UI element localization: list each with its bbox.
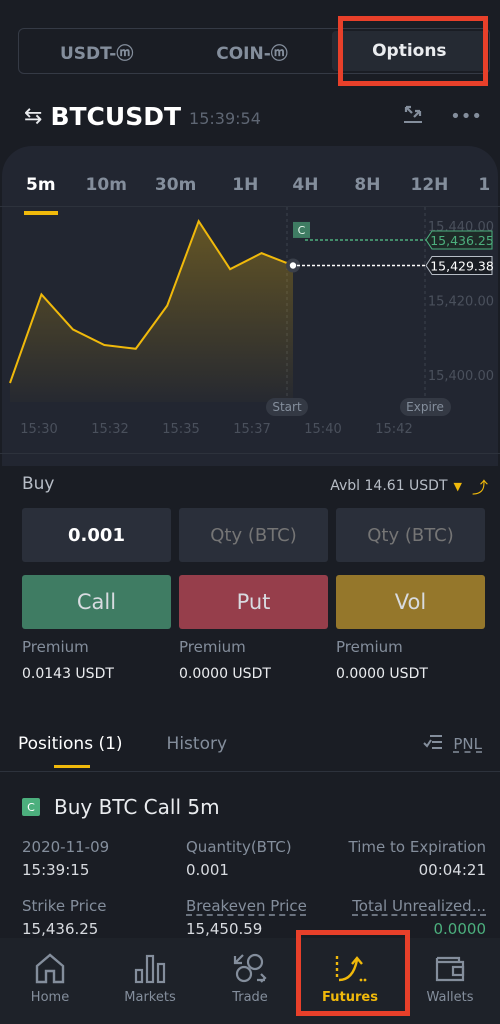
pnl-label: PNL: [453, 735, 482, 753]
interval-4h[interactable]: 4H: [292, 175, 318, 207]
price-area: [10, 221, 293, 402]
nav-markets-label: Markets: [124, 990, 176, 1005]
symbol-time: 15:39:54: [189, 108, 261, 128]
x-tick-label: 15:40: [304, 422, 341, 437]
call-button[interactable]: Call: [22, 575, 171, 629]
tab-usdt-m[interactable]: USDT-ⓜ: [19, 29, 174, 73]
x-tick-label: 15:30: [20, 422, 57, 437]
pnl-toggle[interactable]: PNL: [423, 734, 482, 754]
checklist-icon: [423, 734, 443, 754]
strike-label: Strike Price: [22, 897, 107, 915]
tte-label: Time to Expiration: [348, 838, 486, 856]
interval-12h[interactable]: 12H: [410, 175, 448, 207]
premium-value: 0.0143 USDT: [22, 666, 114, 682]
premium-put: Premium 0.0000 USDT: [179, 638, 328, 682]
tte-value: 00:04:21: [418, 861, 486, 879]
interval-5m[interactable]: 5m: [24, 175, 58, 215]
x-tick-label: 15:42: [375, 422, 412, 437]
markets-icon: [134, 954, 166, 984]
premium-vol: Premium 0.0000 USDT: [336, 638, 485, 682]
nav-trade-label: Trade: [232, 990, 268, 1005]
tab-history[interactable]: History: [167, 734, 227, 754]
vol-button[interactable]: Vol: [336, 575, 485, 629]
premium-call: Premium 0.0143 USDT: [22, 638, 171, 682]
contract-type-tabs: USDT-ⓜ COIN-ⓜ Options: [18, 28, 490, 74]
position-time: 15:39:15: [22, 861, 90, 879]
qty-input-put[interactable]: [179, 508, 328, 562]
nav-markets[interactable]: Markets: [100, 938, 200, 1024]
premium-value: 0.0000 USDT: [336, 666, 428, 682]
tab-coin-m[interactable]: COIN-ⓜ: [174, 29, 329, 73]
strike-marker-label: C: [298, 224, 306, 237]
position-title[interactable]: Buy BTC Call 5m: [54, 795, 220, 819]
start-label-group: Start: [266, 398, 308, 416]
x-tick-label: 15:37: [233, 422, 270, 437]
unrealized-label[interactable]: Total Unrealized...: [352, 897, 486, 915]
y-tick-label: 15,420.00: [428, 294, 494, 309]
nav-wallets-label: Wallets: [426, 990, 474, 1005]
put-button[interactable]: Put: [179, 575, 328, 629]
transfer-icon[interactable]: [402, 103, 424, 130]
symbol-header: ⇆ BTCUSDT 15:39:54 •••: [24, 98, 482, 134]
breakeven-label[interactable]: Breakeven Price: [186, 897, 307, 915]
tab-positions[interactable]: Positions (1): [18, 734, 123, 768]
quantity-label: Quantity(BTC): [186, 838, 292, 856]
interval-30m[interactable]: 30m: [155, 175, 196, 207]
nav-wallets[interactable]: Wallets: [400, 938, 500, 1024]
interval-8h[interactable]: 8H: [354, 175, 380, 207]
breakeven-value: 15,450.59: [186, 920, 263, 938]
x-tick-label: 15:35: [162, 422, 199, 437]
premium-value: 0.0000 USDT: [179, 666, 271, 682]
tab-options[interactable]: Options: [331, 31, 487, 71]
strike-price-label: 15,436.25: [430, 233, 494, 248]
position-title-row: C Buy BTC Call 5m: [22, 795, 220, 819]
trade-icon: [233, 953, 267, 983]
interval-10m[interactable]: 10m: [86, 175, 127, 207]
qty-input-call[interactable]: [22, 508, 171, 562]
current-price-label: 15,429.38: [430, 259, 494, 274]
expire-label-group: Expire: [400, 398, 451, 416]
tabs-divider: [0, 771, 500, 772]
wallet-icon: [435, 956, 465, 982]
buy-label: Buy: [22, 474, 55, 494]
nav-futures-label: Futures: [322, 990, 378, 1005]
nav-trade[interactable]: Trade: [200, 938, 300, 1024]
caret-down-icon[interactable]: ▼: [454, 480, 462, 493]
futures-transfer-icon[interactable]: ⤴: [472, 474, 488, 498]
unrealized-value: 0.0000: [433, 920, 487, 938]
chart-bottom-divider: [0, 453, 500, 454]
x-tick-label: 15:32: [91, 422, 128, 437]
nav-home[interactable]: Home: [0, 938, 100, 1024]
y-tick-label: 15,400.00: [428, 369, 494, 384]
current-point: [289, 262, 297, 269]
nav-futures[interactable]: Futures: [300, 938, 400, 1024]
qty-input-vol[interactable]: [336, 508, 485, 562]
premium-label: Premium: [179, 638, 246, 656]
interval-1h[interactable]: 1H: [232, 175, 258, 207]
futures-icon: [335, 956, 367, 982]
premium-label: Premium: [22, 638, 89, 656]
interval-1d[interactable]: 1: [478, 175, 490, 207]
premium-label: Premium: [336, 638, 403, 656]
bottom-nav: Home Markets Trade Futures Wallets: [0, 938, 500, 1024]
nav-home-label: Home: [30, 990, 70, 1005]
available-balance[interactable]: Avbl 14.61 USDT ▼ ⤴: [330, 474, 488, 498]
quantity-value: 0.001: [186, 861, 229, 879]
symbol-name[interactable]: BTCUSDT: [50, 102, 181, 131]
avbl-text: Avbl 14.61 USDT: [330, 478, 448, 494]
swap-arrows-icon[interactable]: ⇆: [24, 104, 42, 129]
strike-value: 15,436.25: [22, 920, 99, 938]
home-icon: [35, 953, 65, 984]
price-chart[interactable]: 15,440.0015,420.0015,400.00 C15,436.25 1…: [0, 207, 500, 457]
more-dots-icon[interactable]: •••: [450, 106, 482, 127]
positions-tabs: Positions (1) History PNL: [18, 730, 482, 768]
expire-label: Expire: [406, 400, 444, 414]
call-badge: C: [22, 798, 40, 816]
interval-tabs: 5m 10m 30m 1H 4H 8H 12H 1: [0, 175, 500, 215]
position-date: 2020-11-09: [22, 838, 110, 856]
start-label: Start: [272, 400, 302, 414]
